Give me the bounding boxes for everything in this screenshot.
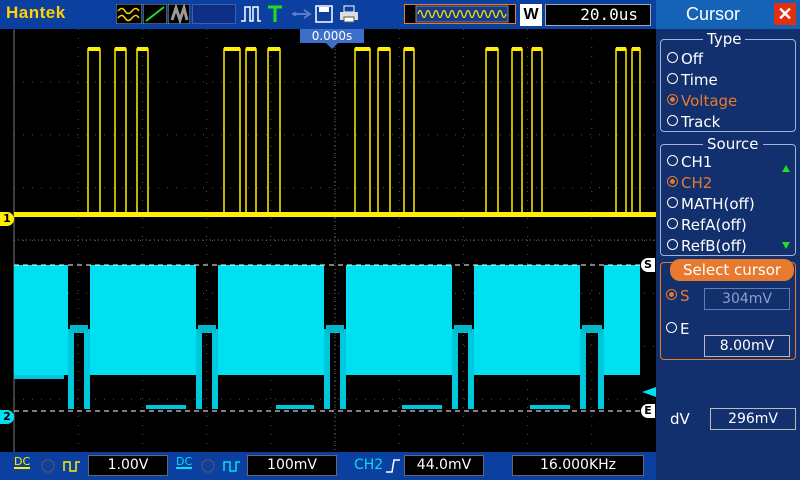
persistence-icon[interactable] <box>168 4 190 24</box>
close-icon[interactable]: ✕ <box>774 3 796 25</box>
scroll-down-icon[interactable] <box>781 241 791 251</box>
type-option-off[interactable]: Off <box>667 50 703 68</box>
timebase-display[interactable]: 20.0us <box>545 4 651 26</box>
trigger-source[interactable]: CH2 <box>354 457 383 473</box>
oscilloscope-plot-area[interactable]: 0.000s <box>0 29 656 452</box>
cursor-e-marker[interactable]: E <box>641 404 655 418</box>
memory-depth-icon <box>404 4 516 24</box>
source-option-ch1[interactable]: CH1 <box>667 153 712 171</box>
print-icon[interactable] <box>338 4 360 24</box>
type-option-voltage[interactable]: Voltage <box>667 92 737 110</box>
select-cursor-label: Select cursor <box>670 259 794 281</box>
trigger-position-label: 0.000s <box>312 29 353 43</box>
delta-v-value: 296mV <box>710 408 796 430</box>
brand-logo: Hantek <box>6 3 66 22</box>
trigger-level[interactable]: 44.0mV <box>404 455 484 476</box>
ch1-bw-icons <box>41 459 80 473</box>
source-option-ch2[interactable]: CH2 <box>667 174 712 192</box>
waveform-mode-indicator: W <box>520 4 542 26</box>
ch1-coupling-label: DC <box>14 455 31 469</box>
usb-icon[interactable] <box>290 4 312 24</box>
source-option-refb-off[interactable]: RefB(off) <box>667 237 747 255</box>
status-field <box>192 4 236 24</box>
source-group: Source CH1 CH2 MATH(off) RefA(off) RefB(off) <box>660 135 796 256</box>
source-option-math-off[interactable]: MATH(off) <box>667 195 755 213</box>
ch1-marker[interactable]: 1 <box>0 212 14 226</box>
waveform-icon[interactable] <box>116 4 142 24</box>
save-icon[interactable] <box>314 4 334 24</box>
rising-edge-icon <box>386 459 400 473</box>
source-group-label: Source <box>703 135 763 153</box>
ch1-scale[interactable]: 1.00V <box>88 455 168 476</box>
pulse-icon[interactable] <box>240 4 262 24</box>
cursor-s-marker[interactable]: S <box>641 258 655 272</box>
panel-title: Cursor <box>686 4 741 24</box>
type-group-label: Type <box>703 30 746 48</box>
type-option-track[interactable]: Track <box>667 113 720 131</box>
frequency-readout: 16.000KHz <box>512 455 644 476</box>
delta-v-label: dV <box>670 410 690 428</box>
type-group: Type Off Time Voltage Track <box>660 30 796 132</box>
trigger-icon[interactable] <box>266 4 284 24</box>
cursor-e-value[interactable]: 8.00mV <box>704 335 790 357</box>
panel-header: Cursor ✕ <box>656 0 800 29</box>
ch2-scale[interactable]: 100mV <box>247 455 337 476</box>
ch2-coupling-label: DC <box>176 455 193 469</box>
cursor-s-value[interactable]: 304mV <box>704 288 790 310</box>
source-option-refa-off[interactable]: RefA(off) <box>667 216 747 234</box>
ramp-icon[interactable] <box>143 4 167 24</box>
ch2-marker[interactable]: 2 <box>0 410 14 424</box>
type-option-time[interactable]: Time <box>667 71 718 89</box>
ch2-bw-icons <box>201 459 240 473</box>
cursor-s-option[interactable]: S <box>666 287 690 305</box>
scroll-up-icon[interactable] <box>781 163 791 173</box>
cursor-e-option[interactable]: E <box>666 320 689 338</box>
